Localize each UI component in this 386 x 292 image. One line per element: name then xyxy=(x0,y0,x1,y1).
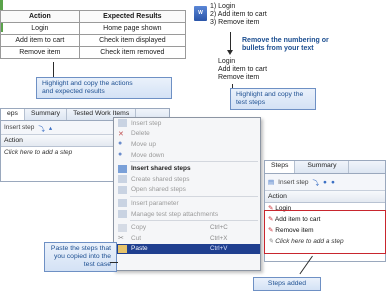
list-item: 2) Add item to cart xyxy=(210,11,267,18)
menu-item-create-shared-steps[interactable]: Create shared steps xyxy=(114,174,260,185)
open-shared-steps-icon xyxy=(118,185,127,194)
menu-separator xyxy=(130,161,258,163)
callout-steps-added: Steps added xyxy=(253,277,321,291)
insert-step-button[interactable]: Insert step xyxy=(4,124,34,131)
move-up-icon: ● xyxy=(118,140,123,148)
tab-summary[interactable]: Summary xyxy=(295,161,350,173)
context-menu: Insert step ✕ Delete ● Move up ● Move down … xyxy=(113,117,261,271)
tab-summary[interactable]: Summary xyxy=(25,109,68,120)
excel-header-row: Action Expected Results xyxy=(0,10,187,23)
move-down-icon: ● xyxy=(118,151,123,159)
list-item: Login xyxy=(218,58,236,65)
paste-icon xyxy=(118,244,127,253)
right-column-header[interactable]: Action xyxy=(265,191,385,203)
move-down-icon[interactable]: ● xyxy=(331,179,335,186)
table-row: Remove item Check item removed xyxy=(0,46,187,59)
insert-step-icon[interactable]: ▤ xyxy=(268,178,274,186)
connector-line xyxy=(110,262,118,263)
steps-highlight-box xyxy=(264,210,386,254)
callout-highlight-excel: Highlight and copy the actions and expec… xyxy=(36,77,172,99)
word-numbered-list: 1) Login 2) Add item to cart 3) Remove i… xyxy=(210,3,267,27)
excel-header-expected: Expected Results xyxy=(78,10,187,23)
insert-shared-steps-icon xyxy=(118,164,127,173)
insert-shared-icon[interactable]: ⤵ xyxy=(313,177,320,187)
callout-paste-steps: Paste the steps that you copied into the… xyxy=(44,242,117,272)
excel-cell: Add item to cart xyxy=(0,34,80,47)
list-item: 3) Remove item xyxy=(210,19,260,26)
excel-table: Action Expected Results Login Home page … xyxy=(0,10,187,59)
menu-item-move-down[interactable]: ● Move down xyxy=(114,150,260,161)
word-icon: W xyxy=(194,6,207,21)
menu-item-delete[interactable]: ✕ Delete xyxy=(114,129,260,140)
insert-parameter-icon xyxy=(118,199,127,208)
menu-separator xyxy=(130,196,258,198)
copy-icon xyxy=(118,223,127,232)
tab-steps[interactable]: eps xyxy=(1,109,25,120)
tab-steps[interactable]: Steps xyxy=(265,161,296,173)
down-arrow-line xyxy=(230,32,231,52)
excel-cell: Login xyxy=(0,22,80,35)
callout-highlight-steps: Highlight and copy the test steps xyxy=(230,88,316,110)
insert-step-button[interactable]: Insert step xyxy=(278,179,308,186)
right-toolbar: ▤ Insert step ⤵ ● ● xyxy=(265,174,385,191)
menu-item-copy[interactable]: Copy Ctrl+C xyxy=(114,222,260,233)
delete-icon: ✕ xyxy=(118,130,124,138)
excel-cell: Check item displayed xyxy=(78,34,187,47)
table-row: Add item to cart Check item displayed xyxy=(0,34,187,47)
insert-step-icon xyxy=(118,119,127,128)
menu-item-insert-parameter[interactable]: Insert parameter xyxy=(114,198,260,209)
list-item: Remove item xyxy=(218,74,260,81)
excel-cell: Remove item xyxy=(0,46,80,59)
menu-separator xyxy=(130,220,258,222)
create-shared-steps-icon xyxy=(118,175,127,184)
menu-item-insert-shared-steps[interactable]: Insert shared steps xyxy=(114,163,260,174)
menu-item-move-up[interactable]: ● Move up xyxy=(114,139,260,150)
menu-item-cut[interactable]: ✂ Cut Ctrl+X xyxy=(114,233,260,244)
table-row: Login Home page shown xyxy=(0,22,187,35)
menu-item-paste[interactable]: Paste Ctrl+V xyxy=(114,243,260,255)
word-plain-list: Login Add item to cart Remove item xyxy=(218,58,267,82)
down-arrow-icon xyxy=(227,50,233,55)
excel-cell: Home page shown xyxy=(78,22,187,35)
move-up-icon[interactable]: ● xyxy=(323,179,327,186)
list-item: 1) Login xyxy=(210,3,236,10)
callout-remove-numbering: Remove the numbering or bullets from you… xyxy=(242,37,329,52)
menu-item-manage-attachments[interactable]: Manage test step attachments xyxy=(114,209,260,220)
move-up-icon[interactable]: ▴ xyxy=(49,124,52,132)
attachments-icon xyxy=(118,210,127,219)
menu-item-open-shared-steps[interactable]: Open shared steps xyxy=(114,185,260,196)
menu-item-insert-step[interactable]: Insert step xyxy=(114,118,260,129)
list-item: Add item to cart xyxy=(218,66,268,73)
cut-icon: ✂ xyxy=(118,235,124,243)
insert-shared-icon[interactable]: ⤵ xyxy=(38,123,45,133)
excel-cell: Check item removed xyxy=(78,46,187,59)
connector-line xyxy=(53,62,54,77)
right-tab-bar: Steps Summary xyxy=(265,161,385,174)
excel-header-action: Action xyxy=(0,10,80,23)
